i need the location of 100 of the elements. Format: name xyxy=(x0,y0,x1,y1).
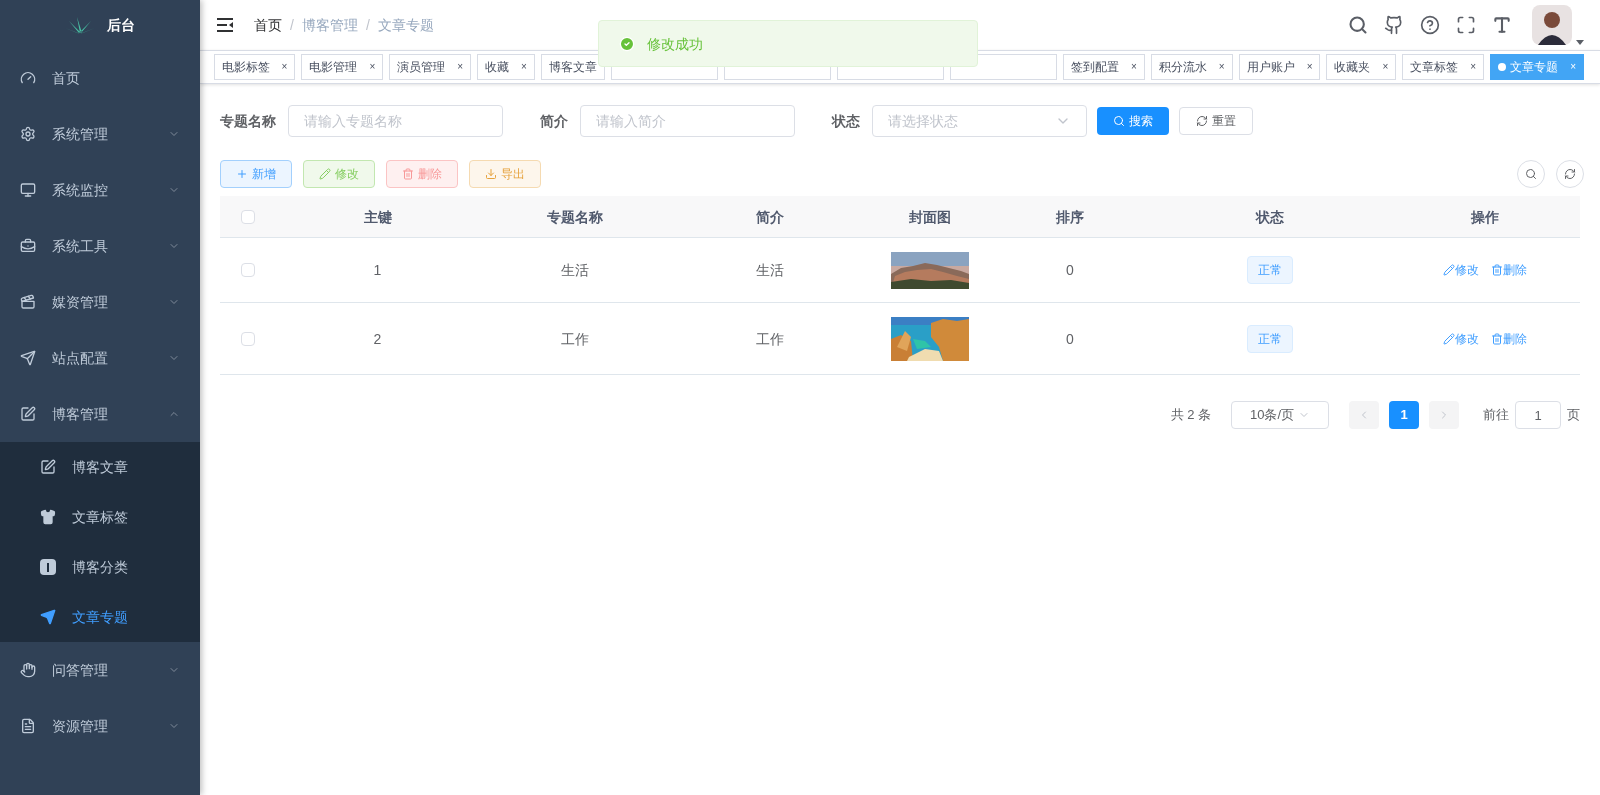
close-icon[interactable]: × xyxy=(521,60,527,74)
submenu-item[interactable]: 文章标签 xyxy=(0,492,200,542)
refresh-icon xyxy=(1564,168,1576,180)
hand-icon xyxy=(20,662,36,678)
menu-item[interactable]: 系统监控 xyxy=(0,162,200,218)
filter-label: 专题名称 xyxy=(220,112,276,131)
submenu-item[interactable]: 博客文章 xyxy=(0,442,200,492)
close-icon[interactable]: × xyxy=(1306,60,1313,74)
logo-title: 后台 xyxy=(107,16,135,35)
filter-label: 状态 xyxy=(832,112,860,131)
search-icon xyxy=(1113,115,1125,127)
page-size-select[interactable]: 10条/页 xyxy=(1231,401,1329,429)
checkbox[interactable] xyxy=(240,263,255,277)
column-header: 主键 xyxy=(362,207,393,227)
trash-icon xyxy=(1491,332,1503,345)
filter-label: 简介 xyxy=(540,112,568,131)
tag[interactable]: 收藏 × xyxy=(477,54,535,80)
tag[interactable]: 博客文章 xyxy=(540,54,605,80)
toast-message: 修改成功 xyxy=(647,34,703,54)
paper-plane-icon xyxy=(40,609,56,625)
pen-square-icon xyxy=(40,459,56,475)
close-icon[interactable]: × xyxy=(281,60,288,74)
status-tag: 正常 xyxy=(1247,256,1293,284)
monitor-icon xyxy=(20,182,36,198)
column-header: 状态 xyxy=(1254,207,1285,227)
clapperboard-icon xyxy=(20,294,36,310)
pen-square-icon xyxy=(20,406,36,422)
menu-item[interactable]: 系统工具 xyxy=(0,218,200,274)
close-icon[interactable]: × xyxy=(1218,60,1225,74)
menu-item[interactable]: 系统管理 xyxy=(0,106,200,162)
menu-item[interactable]: 媒资管理 xyxy=(0,274,200,330)
letter-box-icon xyxy=(40,559,56,575)
tag[interactable]: 电影管理 × xyxy=(301,54,384,80)
close-icon[interactable]: × xyxy=(1470,60,1477,74)
checkbox[interactable] xyxy=(240,209,255,224)
column-header: 专题名称 xyxy=(546,207,604,227)
goto-label: 前往 xyxy=(1483,406,1509,425)
font-size-icon[interactable] xyxy=(1492,15,1512,35)
document-icon xyxy=(20,718,36,734)
goto-suffix: 页 xyxy=(1567,406,1580,425)
column-header: 封面图 xyxy=(908,207,952,227)
column-header: 排序 xyxy=(1055,207,1085,227)
column-header: 操作 xyxy=(1470,207,1500,227)
reset-button[interactable]: 重置 xyxy=(1179,107,1253,135)
input-field[interactable]: 请输入简介 xyxy=(580,105,795,137)
menu-item[interactable]: 站点配置 xyxy=(0,330,200,386)
github-icon[interactable] xyxy=(1384,15,1404,35)
shirt-icon xyxy=(40,509,56,525)
menu-item[interactable]: 首页 xyxy=(0,50,200,106)
column-header: 简介 xyxy=(755,207,785,227)
refresh-icon xyxy=(1196,115,1208,127)
pencil-icon xyxy=(319,168,331,180)
menu-item[interactable]: 问答管理 xyxy=(0,642,200,698)
download-icon xyxy=(485,168,497,180)
menu-fold-icon[interactable] xyxy=(216,17,234,33)
help-icon[interactable] xyxy=(1420,15,1440,35)
table-cell-text: 1 xyxy=(372,261,383,280)
table-cell-text: 工作 xyxy=(755,329,785,349)
table-cell-text: 工作 xyxy=(560,329,590,349)
tag[interactable]: 签到配置 × xyxy=(1062,54,1145,80)
avatar[interactable] xyxy=(1532,5,1572,45)
close-icon[interactable]: × xyxy=(1130,60,1137,74)
tag[interactable]: 收藏夹 × xyxy=(1326,54,1397,80)
fullscreen-icon[interactable] xyxy=(1456,15,1476,35)
success-icon xyxy=(619,35,635,52)
briefcase-icon xyxy=(20,238,36,254)
breadcrumb-link[interactable]: 首页 xyxy=(254,15,282,35)
search-icon[interactable] xyxy=(1348,15,1368,35)
checkbox[interactable] xyxy=(240,331,255,346)
search-icon xyxy=(1525,168,1537,180)
pencil-icon xyxy=(1443,332,1455,345)
input-field[interactable]: 请输入专题名称 xyxy=(288,105,503,137)
table-cell-text: 生活 xyxy=(560,261,590,280)
plus-icon xyxy=(236,168,248,180)
menu-item[interactable]: 资源管理 xyxy=(0,698,200,754)
total-count: 共 2 条 xyxy=(1170,406,1211,425)
breadcrumb-separator: / xyxy=(290,16,294,35)
table-cell-text: 0 xyxy=(1065,329,1075,349)
breadcrumb-separator: / xyxy=(365,16,370,35)
table-cell-text: 0 xyxy=(1065,261,1075,280)
close-icon[interactable]: × xyxy=(1382,60,1389,74)
tag[interactable]: 文章标签 × xyxy=(1402,54,1485,80)
menu-item[interactable]: 博客管理 xyxy=(0,386,200,442)
close-icon[interactable]: × xyxy=(457,60,464,74)
status-tag: 正常 xyxy=(1247,324,1293,353)
trash-icon xyxy=(1491,264,1503,276)
submenu-item[interactable]: 博客分类 xyxy=(0,542,200,592)
close-icon[interactable]: × xyxy=(369,60,376,74)
submenu-item[interactable]: 文章专题 xyxy=(0,592,200,642)
paper-plane-icon xyxy=(20,350,36,366)
table-cell-text: 生活 xyxy=(755,261,785,280)
gear-icon xyxy=(20,126,36,142)
tag[interactable]: 用户账户 × xyxy=(1238,54,1321,80)
page-input[interactable]: 1 xyxy=(1515,401,1561,429)
tag[interactable]: 电影标签 × xyxy=(213,54,296,80)
table-cell-text: 2 xyxy=(372,329,383,349)
tag[interactable]: 积分流水 × xyxy=(1150,54,1233,80)
tag[interactable]: 演员管理 × xyxy=(389,54,472,80)
caret-down-icon[interactable] xyxy=(1576,40,1584,45)
trash-icon xyxy=(402,168,414,180)
